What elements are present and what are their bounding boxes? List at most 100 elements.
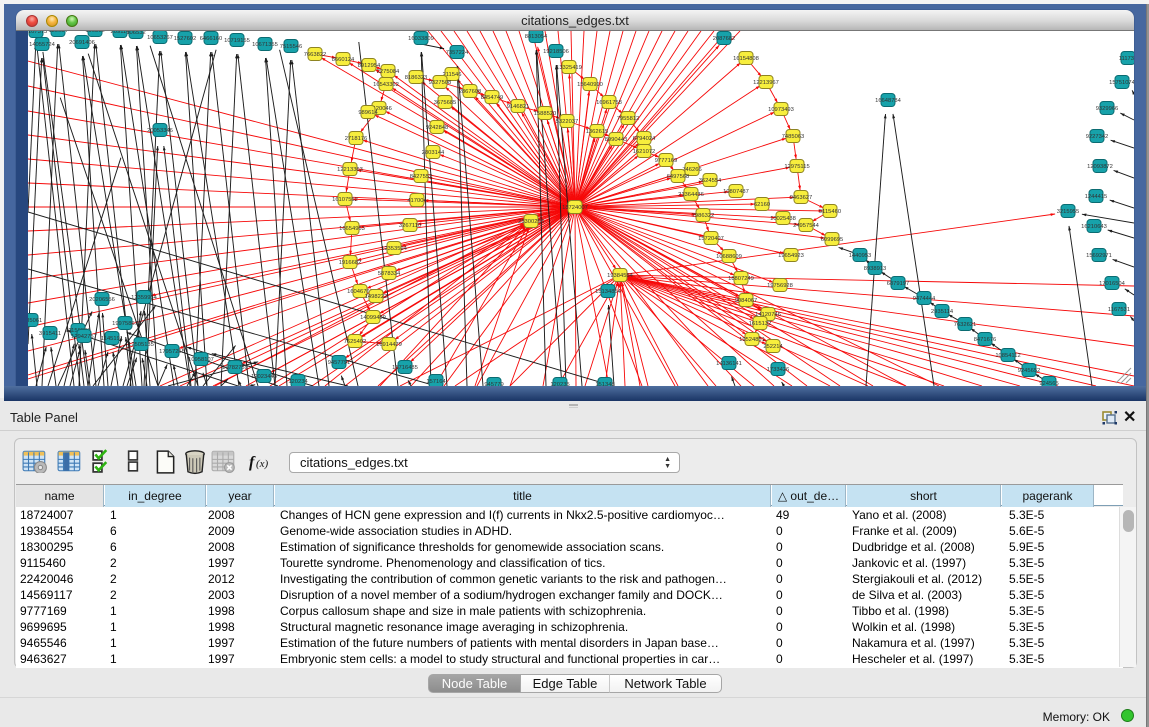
svg-text:6879197: 6879197	[887, 281, 910, 287]
svg-text:19975867: 19975867	[112, 321, 138, 327]
svg-text:9115460: 9115460	[819, 209, 841, 215]
svg-text:120234: 120234	[288, 379, 308, 385]
svg-text:1588520: 1588520	[534, 111, 557, 117]
svg-text:3215955: 3215955	[1057, 209, 1080, 215]
svg-text:12213363: 12213363	[337, 167, 363, 173]
svg-text:16154808: 16154808	[733, 56, 759, 62]
svg-text:18724007: 18724007	[562, 205, 588, 211]
svg-text:24957544: 24957544	[793, 223, 820, 229]
svg-text:16210643: 16210643	[1081, 224, 1107, 230]
svg-text:6466160: 6466160	[200, 36, 223, 42]
svg-text:3624554: 3624554	[699, 178, 722, 184]
svg-text:1916682: 1916682	[339, 260, 362, 266]
svg-text:15640910: 15640910	[577, 82, 603, 88]
svg-text:15692971: 15692971	[1086, 253, 1112, 259]
svg-text:1440953: 1440953	[849, 253, 872, 259]
svg-text:12359934: 12359934	[131, 295, 158, 301]
svg-text:10671355: 10671355	[252, 42, 278, 48]
svg-text:1527602: 1527602	[174, 36, 197, 42]
svg-text:9457791: 9457791	[328, 360, 351, 366]
svg-text:1621072: 1621072	[633, 149, 656, 155]
svg-text:7663822: 7663822	[304, 52, 327, 58]
svg-text:8186323: 8186323	[405, 75, 428, 81]
svg-text:12353594: 12353594	[381, 246, 408, 252]
svg-text:10973493: 10973493	[768, 107, 794, 113]
svg-text:6794024: 6794024	[633, 136, 656, 142]
svg-text:9329966: 9329966	[1096, 106, 1119, 112]
svg-text:18807249: 18807249	[728, 276, 754, 282]
svg-text:252214: 252214	[763, 344, 783, 350]
svg-text:12505135: 12505135	[128, 342, 154, 348]
svg-text:9245652: 9245652	[1018, 368, 1041, 374]
svg-text:1733426: 1733426	[767, 367, 790, 373]
svg-text:8660124: 8660124	[332, 57, 355, 63]
svg-text:2803144: 2803144	[422, 150, 445, 156]
svg-text:16654963: 16654963	[339, 226, 365, 232]
svg-text:1498222: 1498222	[365, 294, 388, 300]
svg-text:13325419: 13325419	[556, 65, 582, 71]
svg-text:2718176: 2718176	[345, 136, 368, 142]
svg-text:10025438: 10025438	[770, 216, 796, 222]
svg-text:(x): (x)	[256, 458, 269, 470]
svg-text:19654923: 19654923	[778, 253, 804, 259]
svg-text:16648784: 16648784	[875, 98, 902, 104]
svg-text:14099489: 14099489	[360, 315, 386, 321]
svg-text:2275084: 2275084	[377, 69, 400, 75]
svg-text:20691406: 20691406	[69, 40, 95, 46]
svg-text:15716485: 15716485	[392, 365, 418, 371]
svg-text:14136141: 14136141	[716, 361, 742, 367]
svg-text:12975115: 12975115	[784, 164, 809, 170]
svg-text:15751074: 15751074	[1109, 80, 1134, 86]
svg-text:25300253: 25300253	[518, 219, 544, 225]
svg-text:3267110: 3267110	[399, 223, 421, 229]
svg-text:16782759: 16782759	[222, 365, 248, 371]
svg-text:10653267: 10653267	[147, 35, 173, 41]
svg-text:7955812: 7955812	[617, 116, 640, 122]
svg-text:9474444: 9474444	[913, 296, 936, 302]
svg-text:9777169: 9777169	[655, 158, 678, 164]
svg-text:19756928: 19756928	[767, 283, 793, 289]
svg-text:417004: 417004	[407, 198, 427, 204]
svg-text:2935114: 2935114	[931, 309, 954, 315]
svg-text:2107373: 2107373	[28, 31, 47, 35]
svg-text:7485063: 7485063	[782, 134, 805, 140]
svg-text:8938913: 8938913	[864, 266, 887, 272]
svg-text:180634: 180634	[48, 31, 68, 34]
svg-text:10719155: 10719155	[224, 38, 250, 44]
svg-text:1167531: 1167531	[1108, 307, 1130, 313]
svg-text:157164: 157164	[426, 379, 446, 385]
svg-text:1362615: 1362615	[586, 129, 609, 135]
svg-text:10807487: 10807487	[723, 189, 749, 195]
svg-text:12023446: 12023446	[251, 374, 277, 380]
svg-text:5322037: 5322037	[556, 119, 579, 125]
svg-text:2867608: 2867608	[459, 89, 482, 95]
svg-text:10958107: 10958107	[188, 357, 214, 363]
svg-text:106532: 106532	[126, 31, 145, 36]
svg-text:9463627: 9463627	[790, 195, 813, 201]
svg-text:20206556: 20206556	[89, 297, 115, 303]
svg-text:3675685: 3675685	[434, 100, 457, 106]
svg-text:62160: 62160	[754, 202, 770, 208]
svg-text:10854112: 10854112	[995, 353, 1020, 359]
svg-text:15720407: 15720407	[698, 236, 724, 242]
svg-text:10688609: 10688609	[716, 254, 742, 260]
svg-text:16914479: 16914479	[376, 342, 402, 348]
svg-text:7632621: 7632621	[954, 322, 977, 328]
svg-text:20053346: 20053346	[147, 128, 173, 134]
svg-text:8454749: 8454749	[481, 95, 504, 101]
svg-text:7986322: 7986322	[692, 213, 715, 219]
svg-text:1615132: 1615132	[749, 321, 772, 327]
svg-text:15134854: 15134854	[595, 289, 622, 295]
svg-text:17957255: 17957255	[159, 349, 185, 355]
svg-text:3915411: 3915411	[39, 331, 61, 337]
svg-text:5878334: 5878334	[378, 271, 401, 277]
svg-text:12213967: 12213967	[753, 80, 779, 86]
svg-text:12093872: 12093872	[1087, 164, 1113, 170]
svg-text:8990443: 8990443	[605, 137, 628, 143]
svg-text:14055724: 14055724	[29, 42, 56, 48]
svg-text:1435061: 1435061	[28, 318, 42, 324]
svg-text:111738: 111738	[1119, 56, 1134, 62]
svg-text:19384554: 19384554	[607, 273, 634, 279]
svg-text:21364436: 21364436	[678, 192, 704, 198]
svg-text:9084067: 9084067	[735, 298, 758, 304]
